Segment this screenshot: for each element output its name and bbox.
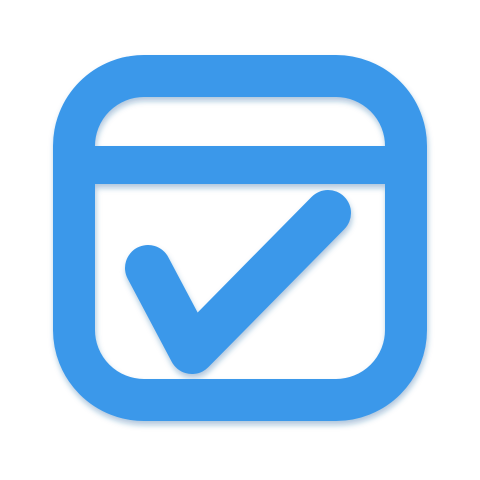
calendar-header-bar bbox=[74, 146, 406, 184]
calendar-frame bbox=[53, 55, 427, 421]
calendar-check-icon bbox=[53, 55, 427, 421]
check-mark bbox=[125, 190, 351, 374]
icon-artwork bbox=[53, 55, 427, 421]
icon-canvas bbox=[0, 0, 480, 480]
